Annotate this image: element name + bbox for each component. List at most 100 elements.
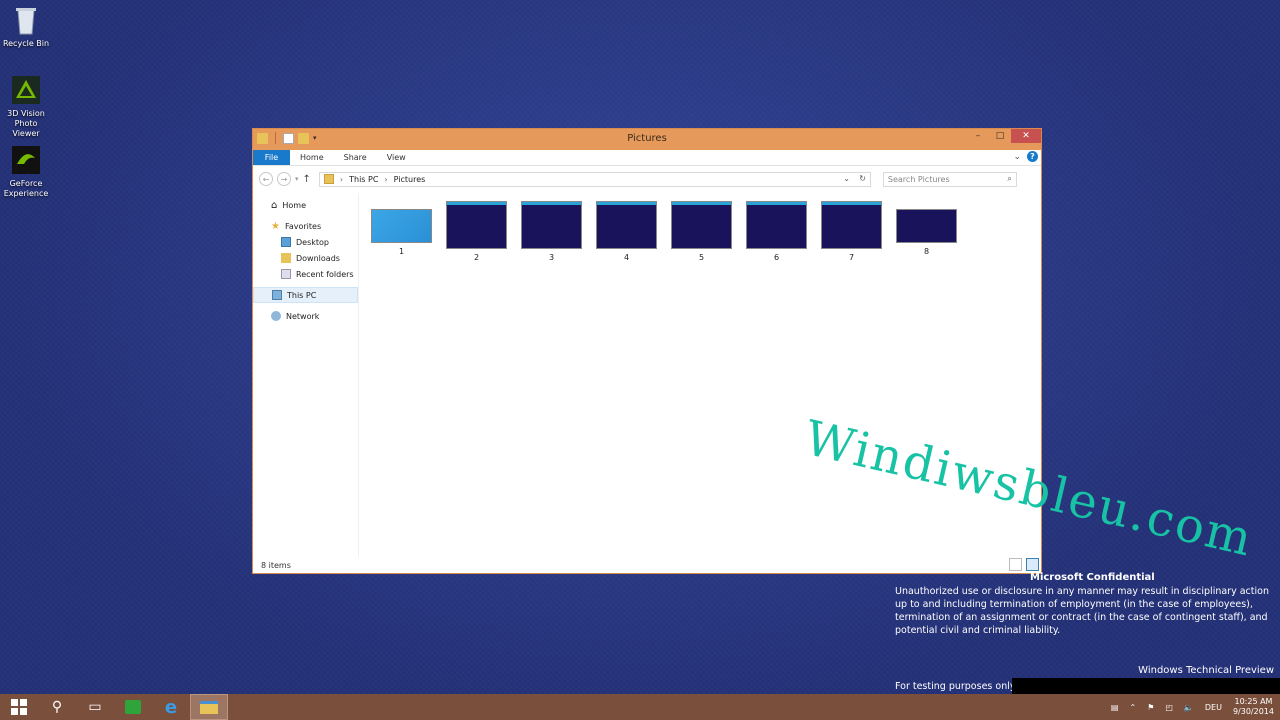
desktop-icon-label: 3D Vision Photo Viewer [7,109,45,138]
close-button[interactable]: ✕ [1011,129,1041,143]
clock-time: 10:25 AM [1234,697,1273,706]
status-bar: 8 items [253,557,1041,573]
start-button[interactable] [0,694,38,720]
help-icon[interactable]: ? [1027,151,1038,162]
internet-explorer-button[interactable]: e [152,694,190,720]
file-item[interactable]: 2 [446,201,507,262]
details-view-icon[interactable] [1009,558,1022,571]
edition-label: Windows Technical Preview [1138,665,1274,676]
image-thumbnail [521,201,582,249]
input-language[interactable]: DEU [1205,703,1222,712]
file-item[interactable]: 6 [746,201,807,262]
recent-folders-icon [281,269,291,279]
breadcrumb-separator-icon: › [339,174,344,184]
minimize-button[interactable]: – [967,129,989,143]
window-controls: – □ ✕ [967,129,1041,143]
confidential-title: Microsoft Confidential [1030,572,1155,583]
title-bar[interactable]: ▾ Pictures – □ ✕ [253,129,1041,150]
recent-locations-icon[interactable]: ▾ [295,175,299,183]
large-icons-view-icon[interactable] [1026,558,1039,571]
redaction-bar [1012,678,1280,694]
image-thumbnail [896,209,957,243]
tab-file[interactable]: File [253,150,290,165]
recycle-bin-icon [10,4,42,36]
network-icon [271,311,281,321]
search-icon: ⌕ [1007,174,1012,183]
store-button[interactable] [114,694,152,720]
address-row: ← → ▾ ↑ › This PC › Pictures ⌄ ↻ Search … [253,166,1041,192]
volume-icon[interactable]: 🔈 [1184,703,1194,712]
desktop-icon [281,237,291,247]
explorer-window: ▾ Pictures – □ ✕ File Home Share View ⌄ … [252,128,1042,574]
ribbon-tabs: File Home Share View ⌄ ? [253,150,1041,166]
geforce-icon [10,144,42,176]
expand-ribbon-icon[interactable]: ⌄ [1013,152,1021,162]
store-icon [125,700,141,714]
nav-favorites[interactable]: ★ Favorites [253,218,358,234]
home-icon: ⌂ [271,199,278,211]
desktop-icon-label: GeForce Experience [3,179,49,198]
nav-downloads[interactable]: Downloads [253,250,358,266]
nav-this-pc[interactable]: This PC [253,287,358,303]
breadcrumb-separator-icon: › [384,174,388,184]
tab-view[interactable]: View [377,150,416,165]
search-input[interactable]: Search Pictures ⌕ [882,171,1017,187]
breadcrumb-pictures[interactable]: Pictures [394,175,426,184]
search-placeholder: Search Pictures [887,174,950,184]
image-thumbnail [371,209,432,243]
desktop-icon-geforce[interactable]: GeForce Experience [0,144,52,199]
clock[interactable]: 10:25 AM 9/30/2014 [1233,697,1274,717]
clock-date: 9/30/2014 [1232,707,1274,716]
windows-logo-icon [11,699,27,715]
show-hidden-icons-icon[interactable]: ⌃ [1129,703,1136,712]
nav-desktop[interactable]: Desktop [253,234,358,250]
nav-home[interactable]: ⌂ Home [253,197,358,213]
forward-button[interactable]: → [277,172,291,186]
task-view-icon: ▭ [88,699,102,715]
image-thumbnail [821,201,882,249]
file-item[interactable]: 1 [371,209,432,256]
file-item[interactable]: 7 [821,201,882,262]
desktop-icon-label: Recycle Bin [2,39,50,48]
action-center-flag-icon[interactable]: ⚑ [1147,703,1154,712]
item-count: 8 items [261,560,291,570]
keyboard-icon[interactable]: ▤ [1111,703,1119,712]
navigation-pane: ⌂ Home ★ Favorites Desktop Downloads Rec… [253,193,359,557]
file-item[interactable]: 5 [671,201,732,262]
desktop-icon-3d-vision[interactable]: 3D Vision Photo Viewer [0,74,52,139]
file-item[interactable]: 4 [596,201,657,262]
image-thumbnail [671,201,732,249]
image-thumbnail [596,201,657,249]
window-title: Pictures [627,133,667,144]
maximize-button[interactable]: □ [989,129,1011,143]
file-item[interactable]: 8 [896,209,957,256]
up-button[interactable]: ↑ [303,174,311,185]
image-thumbnail [446,201,507,249]
desktop-icon-recycle-bin[interactable]: Recycle Bin [0,4,52,49]
star-icon: ★ [271,220,280,232]
tab-share[interactable]: Share [334,150,377,165]
file-explorer-icon [200,700,218,714]
breadcrumb-this-pc[interactable]: This PC [349,175,378,184]
explorer-body: ⌂ Home ★ Favorites Desktop Downloads Rec… [253,193,1041,557]
search-button[interactable]: ⚲ [38,694,76,720]
refresh-icon[interactable]: ↻ [859,174,866,183]
taskbar: ⚲ ▭ e ▤ ⌃ ⚑ ◰ 🔈 DEU 10:25 AM 9/30/2014 [0,694,1280,720]
search-icon: ⚲ [51,699,63,715]
confidential-text: Unauthorized use or disclosure in any ma… [895,586,1269,636]
nav-recent-folders[interactable]: Recent folders [253,266,358,282]
task-view-button[interactable]: ▭ [76,694,114,720]
testing-label: For testing purposes only. I [895,681,1023,692]
image-thumbnail [746,201,807,249]
address-dropdown-icon[interactable]: ⌄ [843,174,850,183]
3d-vision-icon [10,74,42,106]
address-bar[interactable]: › This PC › Pictures ⌄ ↻ [318,171,871,187]
downloads-icon [281,253,291,263]
file-explorer-button[interactable] [190,694,228,720]
tab-home[interactable]: Home [290,150,334,165]
view-toggles [1009,558,1039,571]
file-item[interactable]: 3 [521,201,582,262]
nav-network[interactable]: Network [253,308,358,324]
network-status-icon[interactable]: ◰ [1165,703,1173,712]
back-button[interactable]: ← [259,172,273,186]
